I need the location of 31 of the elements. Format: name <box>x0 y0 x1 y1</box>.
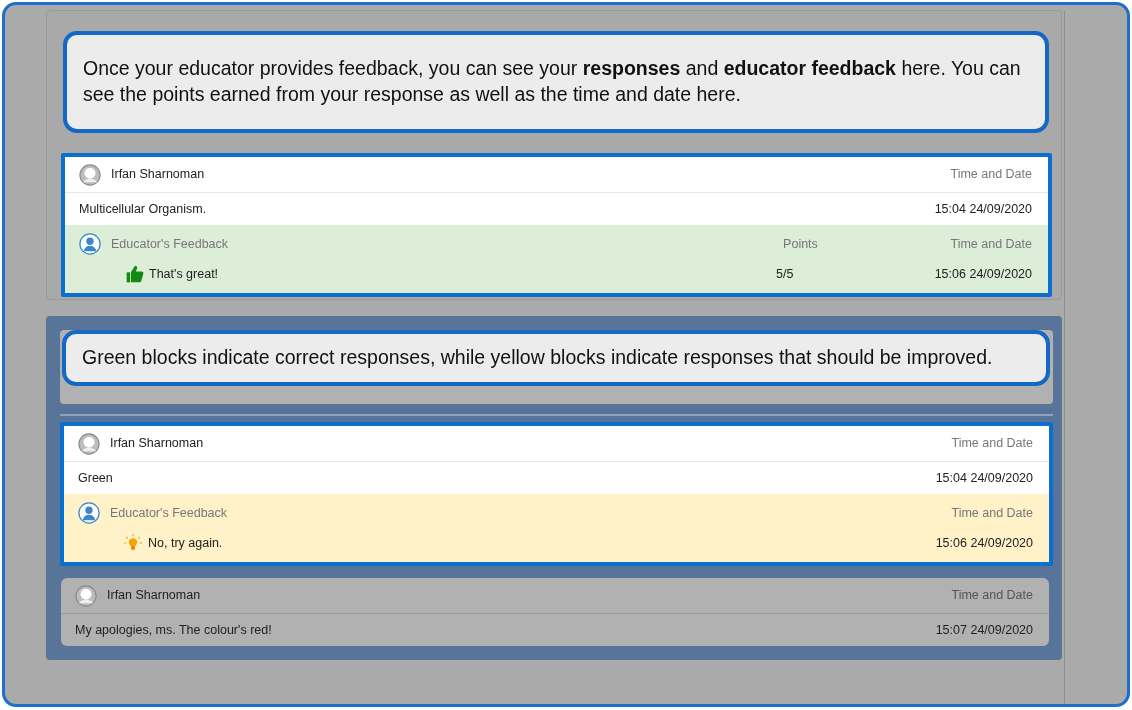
time-label: Time and Date <box>951 587 1033 605</box>
points-label: Points <box>782 235 819 253</box>
avatar-icon <box>75 584 97 607</box>
callout-text: Green blocks indicate correct responses, while yellow blocks indicate responses that should be improved. <box>62 330 1050 386</box>
time-label: Time and Date <box>951 435 1033 453</box>
feedback-time: 15:06 24/09/2020 <box>935 534 1033 552</box>
educator-avatar-icon <box>78 502 100 524</box>
author-name: Irfan Sharnoman <box>107 587 201 605</box>
author-name: Irfan Sharnoman <box>110 435 204 453</box>
avatar-icon <box>78 432 100 455</box>
response-text: Green <box>78 469 113 487</box>
time-label: Time and Date <box>951 504 1033 522</box>
callout-text: Once your educator provides feedback, you can see your responses and educator feedback here. You can see the points earned from your response as well as the time and date here. <box>63 31 1049 133</box>
feedback-title: Educator's Feedback <box>111 235 229 253</box>
feedback-comment: No, try again. <box>148 534 223 552</box>
feedback-time: 15:06 24/09/2020 <box>934 265 1032 283</box>
author-name: Irfan Sharnoman <box>111 166 205 184</box>
avatar-icon <box>79 163 101 186</box>
response-time: 15:04 24/09/2020 <box>934 200 1032 218</box>
time-label: Time and Date <box>950 235 1032 253</box>
thumbs-up-icon <box>125 264 145 284</box>
feedback-title: Educator's Feedback <box>110 504 228 522</box>
feedback-comment: That's great! <box>149 265 219 283</box>
time-label: Time and Date <box>950 166 1032 184</box>
educator-avatar-icon <box>79 233 101 255</box>
response-text: Multicellular Organism. <box>79 200 207 218</box>
points-value: 5/5 <box>774 265 795 283</box>
lightbulb-icon <box>124 534 142 552</box>
response-time: 15:04 24/09/2020 <box>935 469 1033 487</box>
response-time: 15:07 24/09/2020 <box>935 621 1033 639</box>
response-text: My apologies, ms. The colour's red! <box>75 621 272 639</box>
